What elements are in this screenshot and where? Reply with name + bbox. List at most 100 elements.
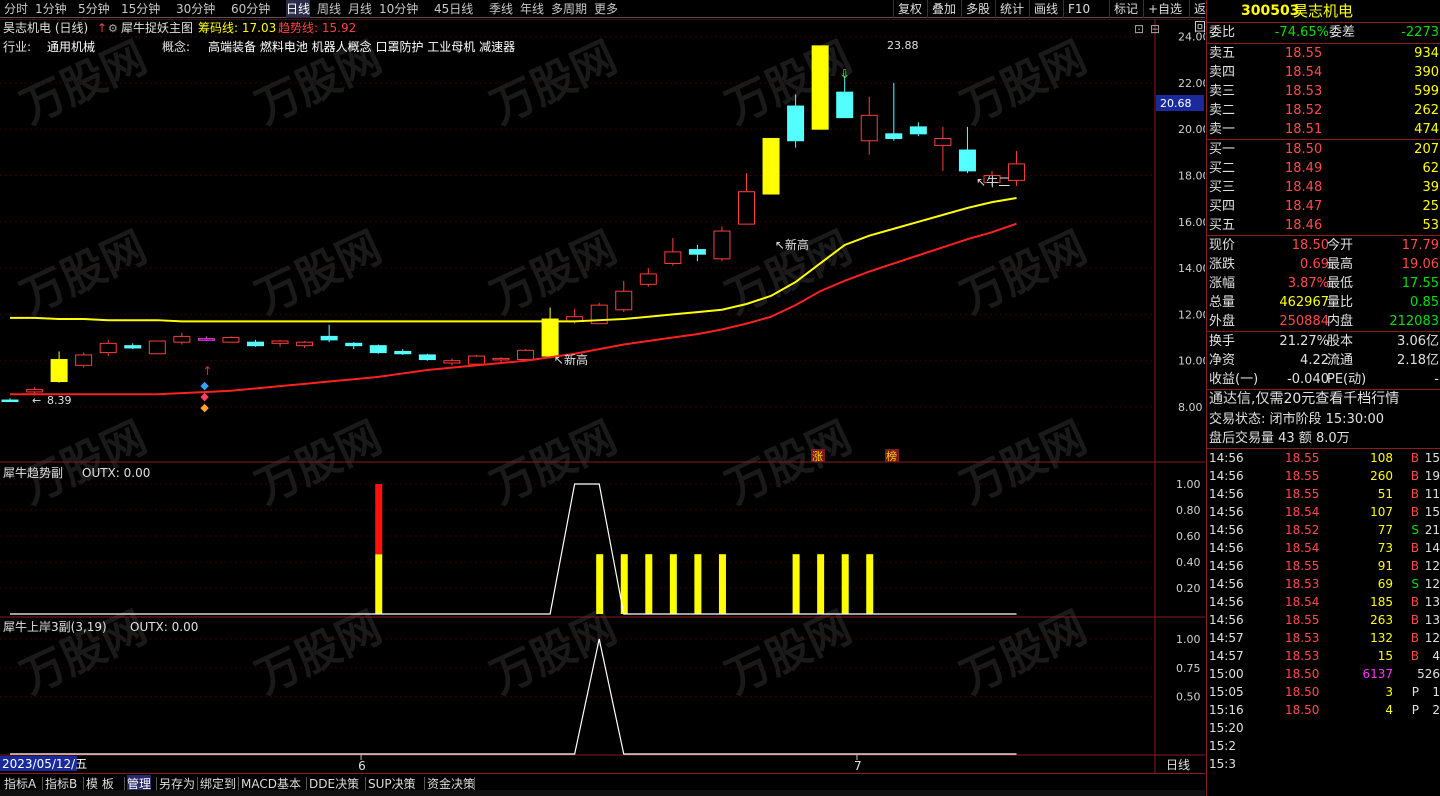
tick-volume: 6137 bbox=[1362, 667, 1393, 681]
minimize-icon[interactable]: ⊟ bbox=[1150, 22, 1160, 36]
candle-body bbox=[885, 133, 903, 139]
tick-volume: 107 bbox=[1370, 505, 1393, 519]
tick-volume: 260 bbox=[1370, 469, 1393, 483]
bid-volume: 25 bbox=[1422, 199, 1439, 214]
tab-separator bbox=[306, 777, 307, 791]
ask-volume: 934 bbox=[1414, 46, 1439, 61]
tick-price: 18.50 bbox=[1285, 703, 1320, 717]
signal-bar bbox=[841, 554, 849, 614]
watermark-text: 万股网 bbox=[953, 412, 1094, 514]
tick-volume: 51 bbox=[1377, 487, 1393, 501]
tick-side: S bbox=[1411, 577, 1419, 591]
expand-icon[interactable]: ⊡ bbox=[1134, 22, 1144, 36]
period-tab[interactable]: 45日线 bbox=[434, 0, 473, 18]
tick-time: 14:56 bbox=[1209, 595, 1244, 609]
watermark-text: 万股网 bbox=[718, 412, 859, 514]
diamond-icon: ◆ bbox=[200, 401, 209, 414]
period-tab[interactable]: 更多 bbox=[594, 0, 618, 18]
period-tab[interactable]: 分时 bbox=[4, 0, 28, 18]
tool-button[interactable]: 多股 bbox=[961, 0, 994, 18]
tool-button[interactable]: 画线 bbox=[1029, 0, 1062, 18]
tab-separator bbox=[424, 777, 425, 791]
tick-side: B bbox=[1410, 559, 1419, 573]
period-tab[interactable]: 60分钟 bbox=[231, 0, 270, 18]
tick-volume: 263 bbox=[1370, 613, 1393, 627]
y-tick-label: 12.00 bbox=[1178, 308, 1205, 321]
stat-value: 462967 bbox=[1279, 295, 1329, 310]
tool-button[interactable]: 统计 bbox=[995, 0, 1028, 18]
quote-row: 现价 18.50 今开 17.79 bbox=[1207, 236, 1440, 255]
tick-price: 18.54 bbox=[1285, 505, 1320, 519]
y-tick-label: 1.00 bbox=[1176, 633, 1201, 646]
quote-row: 14:56 18.54 73 B 14 bbox=[1207, 539, 1440, 557]
quote-row: 通达信,仅需20元查看千档行情 bbox=[1207, 390, 1440, 410]
tool-button[interactable]: 标记 bbox=[1109, 0, 1142, 18]
candle-body bbox=[26, 389, 44, 393]
sub2-title[interactable]: 犀牛上岸3副(3,19) bbox=[3, 619, 107, 634]
settings-gear-icon[interactable]: ⚙ bbox=[108, 22, 118, 35]
tick-time: 15:20 bbox=[1209, 721, 1244, 735]
tick-side: B bbox=[1410, 469, 1419, 483]
candle-body bbox=[418, 354, 436, 361]
signal-bar-red bbox=[375, 484, 383, 555]
ask-price: 18.51 bbox=[1285, 122, 1323, 137]
signal-bar bbox=[718, 554, 726, 614]
low-price-label: 8.39 bbox=[47, 394, 72, 407]
promo-text[interactable]: 通达信,仅需20元查看千档行情 bbox=[1209, 390, 1399, 409]
stat-value: 3.87% bbox=[1287, 276, 1329, 291]
status-strip bbox=[0, 790, 1205, 796]
trend-line-label: 趋势线: 15.92 bbox=[278, 21, 356, 35]
tick-side: S bbox=[1411, 523, 1419, 537]
stat-label: 总量 bbox=[1209, 295, 1236, 310]
red-arrow-icon[interactable]: ↑ bbox=[97, 21, 107, 35]
stat-label: 内盘 bbox=[1327, 314, 1354, 329]
stat-value: 2.18亿 bbox=[1397, 353, 1439, 368]
annotation-label: ↖牛二 bbox=[976, 174, 1010, 189]
tick-time: 15:16 bbox=[1209, 703, 1244, 717]
tick-price: 18.55 bbox=[1285, 613, 1320, 627]
period-tab[interactable]: 5分钟 bbox=[78, 0, 110, 18]
tick-price: 18.50 bbox=[1285, 685, 1320, 699]
tick-count: 19 bbox=[1424, 469, 1440, 483]
quote-row: 卖一 18.51 474 bbox=[1207, 120, 1440, 139]
quote-row: 买二 18.49 62 bbox=[1207, 159, 1440, 178]
tool-button[interactable]: F10 bbox=[1063, 0, 1094, 18]
candle-body bbox=[688, 249, 706, 255]
bid-volume: 207 bbox=[1414, 142, 1439, 157]
period-tab[interactable]: 季线 bbox=[489, 0, 513, 18]
period-tab[interactable]: 15分钟 bbox=[121, 0, 160, 18]
period-tab[interactable]: 10分钟 bbox=[379, 0, 418, 18]
period-tab[interactable]: 周线 bbox=[317, 0, 341, 18]
month-tick-label: 7 bbox=[854, 759, 862, 773]
tick-time: 15:00 bbox=[1209, 667, 1244, 681]
tool-button[interactable]: 复权 bbox=[893, 0, 926, 18]
stat-value: 17.79 bbox=[1401, 238, 1439, 253]
tick-count: 13 bbox=[1424, 595, 1440, 609]
period-tab[interactable]: 30分钟 bbox=[176, 0, 215, 18]
quote-row: 交易状态: 闭市阶段 15:30:00 bbox=[1207, 410, 1440, 429]
period-tab[interactable]: 1分钟 bbox=[35, 0, 67, 18]
tick-price: 18.53 bbox=[1285, 631, 1320, 645]
quote-row: 收益(一) -0.040 PE(动) - bbox=[1207, 370, 1440, 389]
indicator-name[interactable]: 犀牛捉妖主图 bbox=[121, 20, 193, 35]
tab-separator bbox=[42, 777, 43, 791]
tool-button[interactable]: 叠加 bbox=[927, 0, 960, 18]
period-tab[interactable]: 日线 bbox=[286, 0, 311, 18]
tick-time: 14:57 bbox=[1209, 631, 1244, 645]
ask-label: 卖四 bbox=[1209, 65, 1236, 80]
candle-body bbox=[787, 105, 805, 142]
period-tab[interactable]: 年线 bbox=[520, 0, 544, 18]
sub1-title[interactable]: 犀牛趋势副 bbox=[3, 465, 63, 480]
period-tab[interactable]: 多周期 bbox=[551, 0, 587, 18]
period-tab[interactable]: 月线 bbox=[348, 0, 372, 18]
candle-body bbox=[958, 149, 976, 172]
tick-count: 2 bbox=[1432, 703, 1440, 717]
tick-count: 21 bbox=[1424, 523, 1440, 537]
stock-code: 300503 bbox=[1241, 3, 1300, 19]
kline-chart[interactable]: 万股网 万股网 万股网 万股网 万股网万股网 万股网 万股网 万股网 万股网万股网 万股网 万股网万… bbox=[0, 19, 1205, 773]
watermark-text: 万股网 bbox=[248, 222, 389, 324]
quote-row: 14:56 18.53 69 S 12 bbox=[1207, 575, 1440, 593]
quote-row: 15:3 bbox=[1207, 755, 1440, 773]
tool-button[interactable]: +自选 bbox=[1143, 0, 1186, 18]
industry-label: 行业: bbox=[3, 40, 31, 54]
